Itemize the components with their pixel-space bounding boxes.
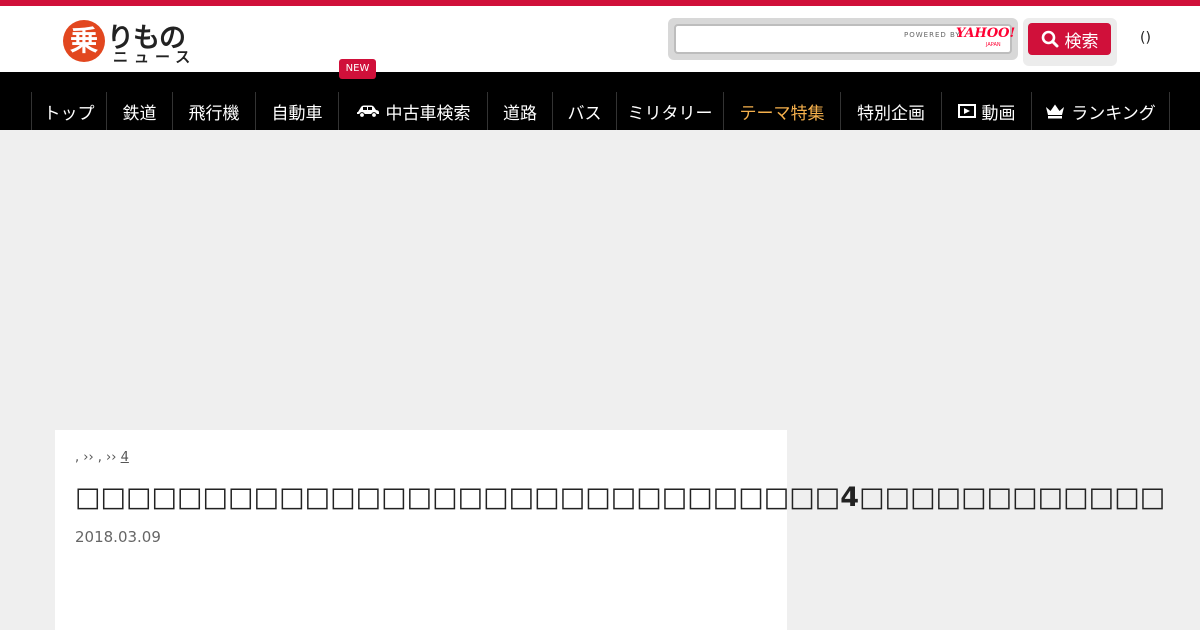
nav-item-military[interactable]: ミリタリー xyxy=(617,92,724,130)
nav-item-label: 動画 xyxy=(981,103,1016,124)
search-button-label: 検索 xyxy=(1064,31,1099,52)
nav-item-label: 鉄道 xyxy=(122,103,157,124)
crown-icon xyxy=(1046,104,1065,119)
yahoo-logo-sub: JAPAN xyxy=(986,42,1001,48)
nav-item-label: 自動車 xyxy=(271,103,323,124)
nav-item-theme-feature[interactable]: テーマ特集 xyxy=(724,92,841,130)
nav-item-label: バス xyxy=(567,103,602,124)
article-date: 2018.03.09 xyxy=(75,528,161,546)
search-icon xyxy=(1041,30,1058,48)
nav-item-ranking[interactable]: ランキング xyxy=(1032,92,1170,130)
site-logo[interactable]: 乗 りもの ニュース xyxy=(63,16,193,68)
article-title: □□□□□□□□□□□□□□□□□□□□□□□□□□□□□□4□□□□□□□□□… xyxy=(75,482,1166,513)
new-badge: NEW xyxy=(339,59,376,79)
nav-item-special-project[interactable]: 特別企画 xyxy=(841,92,942,130)
car-icon xyxy=(356,105,379,118)
nav-item-label: ミリタリー xyxy=(627,103,713,124)
yahoo-logo: YAHOO! xyxy=(956,26,1016,41)
article-card: , ›› , ›› 4 □□□□□□□□□□□□□□□□□□□□□□□□□□□□… xyxy=(55,430,1165,630)
nav-item-label: ランキング xyxy=(1071,103,1156,124)
nav-item-car[interactable]: 自動車 xyxy=(256,92,339,130)
logo-text-bottom: ニュース xyxy=(113,48,197,66)
nav-item-label: 道路 xyxy=(503,103,537,124)
nav-list: トップ 鉄道 飛行機 自動車 中古車検索 道路 バス ミリタリー テーマ特集 特… xyxy=(31,92,1170,130)
search-button-wrap: 検索 xyxy=(1023,18,1117,66)
breadcrumb-separators: , ›› , ›› xyxy=(75,450,121,465)
nav-item-used-car-search[interactable]: 中古車検索 xyxy=(339,92,488,130)
powered-by-label: POWERED BY xyxy=(904,31,961,39)
nav-item-label: 中古車検索 xyxy=(385,103,471,124)
nav-item-railway[interactable]: 鉄道 xyxy=(107,92,173,130)
video-icon xyxy=(957,104,976,118)
nav-item-bus[interactable]: バス xyxy=(553,92,617,130)
nav-item-label: トップ xyxy=(43,103,95,124)
user-menu-link[interactable]: () xyxy=(1140,30,1151,46)
global-nav: トップ 鉄道 飛行機 自動車 中古車検索 道路 バス ミリタリー テーマ特集 特… xyxy=(0,72,1200,130)
nav-item-top[interactable]: トップ xyxy=(32,92,107,130)
nav-item-video[interactable]: 動画 xyxy=(942,92,1032,130)
nav-item-label: テーマ特集 xyxy=(739,103,825,124)
nav-item-airplane[interactable]: 飛行機 xyxy=(173,92,256,130)
nav-item-label: 飛行機 xyxy=(188,103,240,124)
search-button[interactable]: 検索 xyxy=(1028,23,1111,55)
breadcrumb: , ›› , ›› 4 xyxy=(75,450,129,465)
site-header: 乗 りもの ニュース POWERED BY YAHOO! JAPAN 検索 () xyxy=(0,6,1200,72)
search-box: POWERED BY YAHOO! JAPAN xyxy=(668,18,1018,60)
logo-mark: 乗 xyxy=(63,20,105,62)
nav-item-label: 特別企画 xyxy=(857,103,925,124)
breadcrumb-link[interactable]: 4 xyxy=(121,450,129,465)
nav-item-road[interactable]: 道路 xyxy=(488,92,553,130)
